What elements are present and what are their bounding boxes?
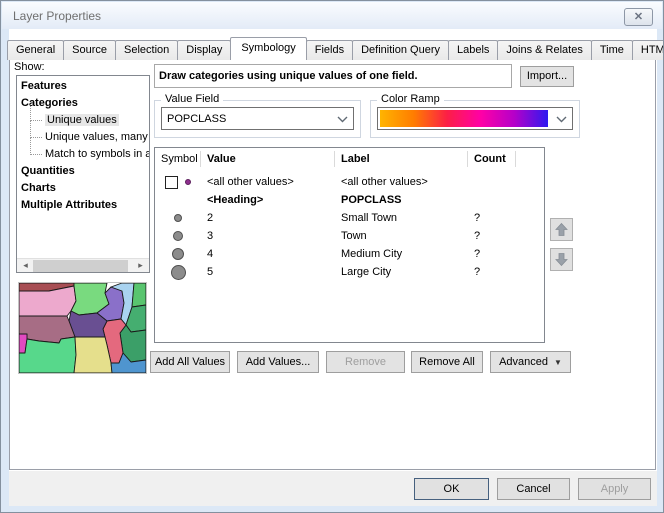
value-field-group: Value Field POPCLASS — [154, 100, 361, 138]
remove-button: Remove — [326, 351, 405, 373]
map-preview-thumbnail — [18, 282, 147, 374]
symbology-tab-page: Show: Features Categories Unique values … — [9, 59, 656, 470]
arrow-up-icon — [554, 222, 569, 237]
footer-bar: OK Cancel Apply — [9, 471, 657, 506]
tab-labels[interactable]: Labels — [448, 40, 498, 60]
symbol-dot-icon — [172, 248, 184, 260]
table-row[interactable]: <Heading> POPCLASS — [155, 191, 544, 209]
method-description: Draw categories using unique values of o… — [154, 64, 512, 88]
color-ramp-group: Color Ramp — [370, 100, 580, 138]
apply-button: Apply — [578, 478, 651, 500]
cancel-button[interactable]: Cancel — [497, 478, 570, 500]
value-field-label: Value Field — [161, 93, 223, 105]
scrollbar-thumb[interactable] — [33, 260, 128, 272]
show-tree: Features Categories Unique values Unique… — [17, 76, 149, 214]
tab-source[interactable]: Source — [63, 40, 116, 60]
tree-item-multiple-attributes[interactable]: Multiple Attributes — [21, 197, 149, 214]
tab-display[interactable]: Display — [177, 40, 231, 60]
tree-item-match-symbols[interactable]: Match to symbols in a — [21, 146, 149, 163]
add-values-button[interactable]: Add Values... — [237, 351, 319, 373]
table-row[interactable]: 5 Large City ? — [155, 263, 544, 281]
ok-button[interactable]: OK — [414, 478, 489, 500]
column-label: Label — [335, 151, 468, 167]
symbol-dot-icon — [171, 265, 186, 280]
value-field-combobox[interactable]: POPCLASS — [161, 107, 354, 130]
color-ramp-label: Color Ramp — [377, 93, 444, 105]
arrow-down-icon — [554, 252, 569, 267]
scroll-left-icon[interactable]: ◂ — [18, 259, 33, 272]
import-button[interactable]: Import... — [520, 66, 574, 87]
window-title: Layer Properties — [13, 9, 101, 23]
color-ramp-gradient — [380, 110, 548, 127]
symbol-dot-icon — [173, 231, 183, 241]
tab-selection[interactable]: Selection — [115, 40, 178, 60]
column-count: Count — [468, 151, 516, 167]
move-down-button[interactable] — [550, 248, 573, 271]
tab-html-popup[interactable]: HTML Popup — [632, 40, 664, 60]
color-ramp-combobox[interactable] — [377, 107, 573, 130]
symbol-dot-icon — [185, 179, 191, 185]
all-other-values-checkbox[interactable] — [165, 176, 178, 189]
tab-definition-query[interactable]: Definition Query — [352, 40, 449, 60]
table-row[interactable]: 3 Town ? — [155, 227, 544, 245]
remove-all-button[interactable]: Remove All — [411, 351, 483, 373]
tree-item-features[interactable]: Features — [21, 78, 149, 95]
tab-general[interactable]: General — [7, 40, 64, 60]
chevron-down-icon — [337, 116, 348, 123]
column-symbol: Symbol — [155, 151, 201, 167]
dropdown-caret-icon: ▼ — [554, 358, 562, 367]
symbol-dot-icon — [174, 214, 182, 222]
close-button[interactable]: ✕ — [624, 8, 653, 26]
advanced-button[interactable]: Advanced▼ — [490, 351, 571, 373]
tab-joins-relates[interactable]: Joins & Relates — [497, 40, 591, 60]
table-row[interactable]: <all other values> <all other values> — [155, 173, 544, 191]
close-icon: ✕ — [634, 11, 643, 23]
layer-properties-dialog: Layer Properties ✕ General Source Select… — [0, 0, 664, 513]
tab-symbology[interactable]: Symbology — [230, 37, 306, 60]
column-value: Value — [201, 151, 335, 167]
tree-item-quantities[interactable]: Quantities — [21, 163, 149, 180]
title-bar: Layer Properties ✕ — [2, 2, 662, 29]
scroll-right-icon[interactable]: ▸ — [133, 259, 148, 272]
tree-item-charts[interactable]: Charts — [21, 180, 149, 197]
show-tree-listbox: Features Categories Unique values Unique… — [16, 75, 150, 273]
unique-values-table: Symbol Value Label Count <all other valu… — [154, 147, 545, 343]
move-up-button[interactable] — [550, 218, 573, 241]
table-row[interactable]: 2 Small Town ? — [155, 209, 544, 227]
tab-fields[interactable]: Fields — [306, 40, 353, 60]
show-label: Show: — [14, 61, 45, 73]
map-preview-svg — [19, 283, 146, 373]
table-row[interactable]: 4 Medium City ? — [155, 245, 544, 263]
table-header: Symbol Value Label Count — [155, 148, 544, 170]
value-field-value: POPCLASS — [167, 111, 226, 127]
add-all-values-button[interactable]: Add All Values — [150, 351, 230, 373]
tab-strip: General Source Selection Display Symbolo… — [8, 37, 664, 60]
tab-time[interactable]: Time — [591, 40, 633, 60]
horizontal-scrollbar[interactable]: ◂ ▸ — [17, 258, 149, 272]
chevron-down-icon — [556, 116, 567, 123]
